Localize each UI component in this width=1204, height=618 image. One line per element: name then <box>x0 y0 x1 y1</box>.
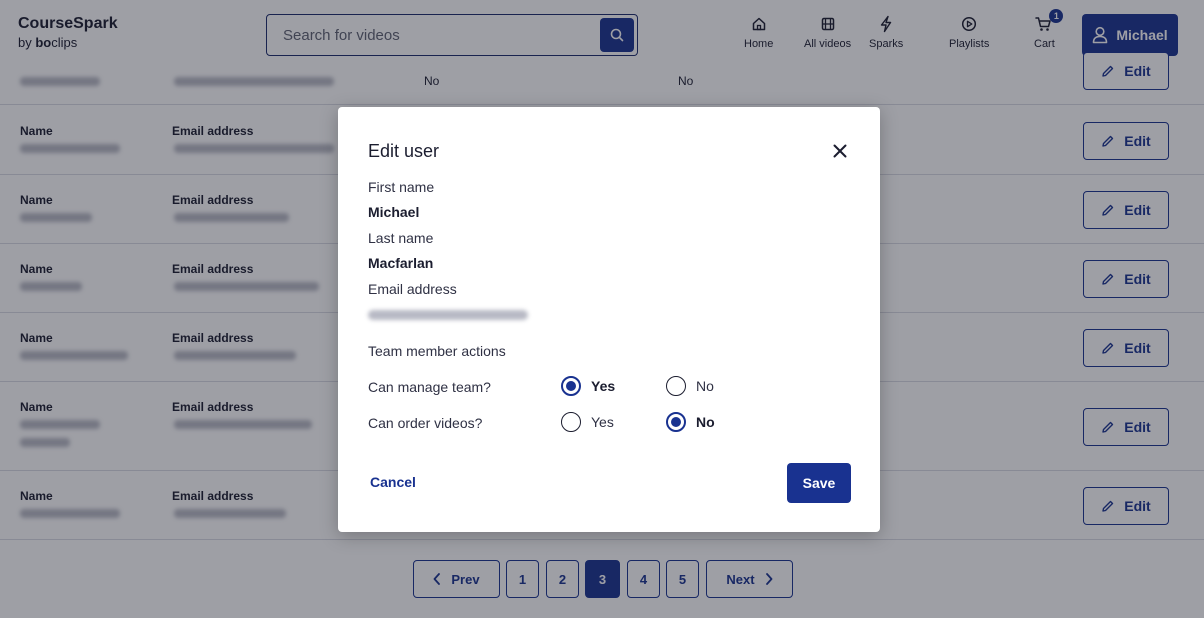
first-name-value: Michael <box>368 204 420 220</box>
first-name-label: First name <box>368 179 435 195</box>
edit-user-dialog: Edit user First name Michael Last name M… <box>338 107 880 532</box>
email-label: Email address <box>368 281 457 297</box>
cancel-button[interactable]: Cancel <box>370 474 416 490</box>
manage-team-no-radio[interactable]: No <box>666 376 714 396</box>
yes-option-label: Yes <box>591 378 616 394</box>
no-option-label: No <box>696 414 715 430</box>
close-button[interactable] <box>830 141 850 161</box>
order-videos-radio-group: Can order videos? Yes No <box>368 412 848 436</box>
save-button[interactable]: Save <box>787 463 851 503</box>
blurred-email-value <box>368 310 528 320</box>
manage-team-radio-group: Can manage team? Yes No <box>368 376 848 400</box>
radio-unselected-icon <box>666 376 686 396</box>
order-videos-question: Can order videos? <box>368 415 483 431</box>
last-name-label: Last name <box>368 230 434 246</box>
close-icon <box>833 144 847 158</box>
yes-option-label: Yes <box>591 414 614 430</box>
last-name-value: Macfarlan <box>368 255 434 271</box>
no-option-label: No <box>696 378 714 394</box>
order-videos-no-radio[interactable]: No <box>666 412 715 432</box>
section-title: Team member actions <box>368 343 506 359</box>
manage-team-yes-radio[interactable]: Yes <box>561 376 615 396</box>
radio-selected-icon <box>666 412 686 432</box>
radio-selected-icon <box>561 376 581 396</box>
order-videos-yes-radio[interactable]: Yes <box>561 412 614 432</box>
manage-team-question: Can manage team? <box>368 379 491 395</box>
radio-unselected-icon <box>561 412 581 432</box>
dialog-title: Edit user <box>368 141 440 161</box>
